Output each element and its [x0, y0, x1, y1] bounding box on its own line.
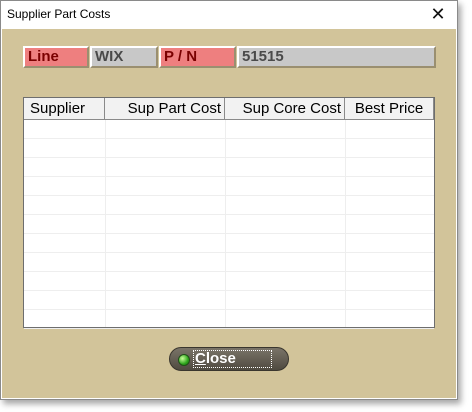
- window-title: Supplier Part Costs: [7, 7, 111, 21]
- part-number-value: 51515: [237, 46, 436, 68]
- close-label-rest: lose: [205, 350, 236, 367]
- column-header-best-price[interactable]: Best Price: [345, 98, 434, 120]
- table-row[interactable]: [24, 310, 434, 329]
- part-number-label: P / N: [159, 46, 236, 68]
- table-row[interactable]: [24, 272, 434, 291]
- line-label: Line: [23, 46, 89, 68]
- green-status-icon: [178, 354, 190, 366]
- table-row[interactable]: [24, 177, 434, 196]
- table-row[interactable]: [24, 234, 434, 253]
- supplier-part-costs-dialog: Supplier Part Costs ✕ Line WIX P / N 515…: [0, 0, 458, 400]
- table-row[interactable]: [24, 196, 434, 215]
- dialog-client-area: Line WIX P / N 51515 Supplier Sup Part C…: [2, 29, 456, 398]
- table-row[interactable]: [24, 291, 434, 310]
- close-window-icon[interactable]: ✕: [427, 3, 449, 25]
- table-row[interactable]: [24, 139, 434, 158]
- title-bar: Supplier Part Costs ✕: [1, 1, 457, 29]
- line-value: WIX: [90, 46, 158, 68]
- table-row[interactable]: [24, 158, 434, 177]
- grid-header: Supplier Sup Part Cost Sup Core Cost Bes…: [24, 98, 434, 120]
- column-header-sup-part-cost[interactable]: Sup Part Cost: [105, 98, 225, 120]
- column-header-supplier[interactable]: Supplier: [24, 98, 105, 120]
- table-row[interactable]: [24, 120, 434, 139]
- close-mnemonic: C: [195, 350, 206, 367]
- supplier-costs-grid[interactable]: Supplier Sup Part Cost Sup Core Cost Bes…: [23, 97, 435, 329]
- column-header-sup-core-cost[interactable]: Sup Core Cost: [225, 98, 345, 120]
- table-row[interactable]: [24, 253, 434, 272]
- grid-body[interactable]: [24, 120, 434, 329]
- close-button[interactable]: Close: [169, 347, 289, 371]
- close-button-label: Close: [193, 350, 272, 368]
- table-row[interactable]: [24, 215, 434, 234]
